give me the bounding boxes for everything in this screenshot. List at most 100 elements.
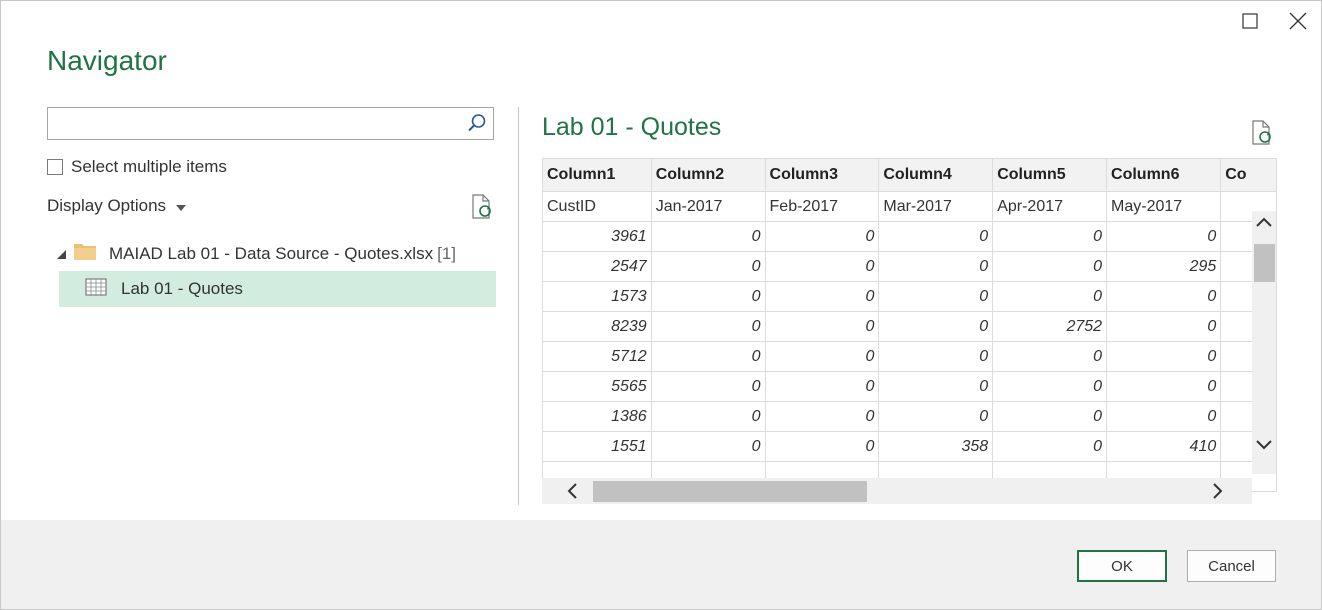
table-row: 1551 0 0 358 0 410 <box>542 431 1277 462</box>
preview-table: Column1 Column2 Column3 Column4 Column5 Colum… <box>542 158 1277 492</box>
table-cell: 0 <box>992 371 1108 402</box>
search-box[interactable] <box>47 107 494 140</box>
table-cell: 0 <box>650 431 766 462</box>
column-header[interactable]: Column6 <box>1106 158 1222 192</box>
table-cell: 0 <box>764 431 880 462</box>
ok-button[interactable]: OK <box>1077 550 1167 582</box>
table-cell: 0 <box>1106 311 1222 342</box>
table-cell: 0 <box>650 281 766 312</box>
dialog-title: Navigator <box>47 45 167 76</box>
table-cell: 0 <box>650 251 766 282</box>
scroll-up-icon[interactable] <box>1255 215 1273 233</box>
table-cell: 0 <box>992 221 1108 252</box>
tree-item-lab01-quotes[interactable]: Lab 01 - Quotes <box>59 271 496 307</box>
preview-title: Lab 01 - Quotes <box>542 113 722 141</box>
table-row: 5712 0 0 0 0 0 <box>542 341 1277 372</box>
expand-caret-icon[interactable] <box>57 244 67 264</box>
table-cell: 295 <box>1106 251 1222 282</box>
table-cell: 358 <box>878 431 994 462</box>
refresh-preview-icon[interactable] <box>1250 120 1274 151</box>
table-cell: 0 <box>878 371 994 402</box>
close-icon[interactable] <box>1285 7 1311 35</box>
table-cell: Apr-2017 <box>992 191 1108 222</box>
table-cell: 5565 <box>542 371 652 402</box>
table-cell: Jan-2017 <box>650 191 766 222</box>
table-cell: 410 <box>1106 431 1222 462</box>
table-icon <box>85 278 107 301</box>
scroll-right-icon[interactable] <box>1211 482 1225 505</box>
table-cell: 0 <box>1106 341 1222 372</box>
tree-item-lab01-quotes-label: Lab 01 - Quotes <box>121 279 243 298</box>
cancel-button[interactable]: Cancel <box>1187 550 1276 582</box>
select-multiple-checkbox[interactable] <box>47 159 63 175</box>
table-cell: 0 <box>764 311 880 342</box>
scroll-left-icon[interactable] <box>565 482 579 505</box>
tree-item-workbook-count: [1] <box>437 243 456 263</box>
table-cell: 0 <box>764 401 880 432</box>
select-multiple-label: Select multiple items <box>71 157 227 176</box>
table-cell: 0 <box>764 281 880 312</box>
table-cell: 0 <box>992 431 1108 462</box>
table-cell: 0 <box>650 401 766 432</box>
tree-item-workbook[interactable]: MAIAD Lab 01 - Data Source - Quotes.xlsx… <box>57 241 456 266</box>
table-cell: Mar-2017 <box>878 191 994 222</box>
table-cell: 1386 <box>542 401 652 432</box>
table-cell: 0 <box>1106 371 1222 402</box>
table-cell: 0 <box>650 341 766 372</box>
table-cell: 0 <box>878 251 994 282</box>
table-cell: 3961 <box>542 221 652 252</box>
tree-item-workbook-label: MAIAD Lab 01 - Data Source - Quotes.xlsx <box>109 243 434 263</box>
table-cell: 0 <box>764 251 880 282</box>
scroll-down-icon[interactable] <box>1255 438 1273 456</box>
table-cell: 0 <box>1106 281 1222 312</box>
table-cell: 0 <box>992 401 1108 432</box>
folder-icon <box>73 241 97 266</box>
table-cell: 0 <box>764 371 880 402</box>
table-row: 2547 0 0 0 0 295 <box>542 251 1277 282</box>
column-header[interactable]: Column1 <box>542 158 652 192</box>
column-header[interactable]: Column3 <box>764 158 880 192</box>
horizontal-scroll-thumb[interactable] <box>593 481 867 502</box>
search-icon[interactable] <box>467 113 487 138</box>
search-input[interactable] <box>48 108 470 138</box>
vertical-scroll-thumb[interactable] <box>1254 244 1275 282</box>
pane-divider[interactable] <box>518 107 519 505</box>
select-multiple-items[interactable]: Select multiple items <box>47 157 227 177</box>
chevron-down-icon <box>176 196 187 216</box>
table-cell: 0 <box>878 221 994 252</box>
table-cell: 0 <box>992 281 1108 312</box>
table-cell: 0 <box>878 401 994 432</box>
preview-grid[interactable]: Column1 Column2 Column3 Column4 Column5 Colum… <box>542 158 1277 503</box>
table-cell: 1573 <box>542 281 652 312</box>
column-header[interactable]: Co <box>1220 158 1277 192</box>
table-cell: 0 <box>650 371 766 402</box>
maximize-icon[interactable] <box>1237 7 1263 35</box>
table-cell: 0 <box>878 341 994 372</box>
table-cell: 2752 <box>992 311 1108 342</box>
column-header[interactable]: Column2 <box>650 158 766 192</box>
table-row: 1573 0 0 0 0 0 <box>542 281 1277 312</box>
table-row: 5565 0 0 0 0 0 <box>542 371 1277 402</box>
table-row: 3961 0 0 0 0 0 <box>542 221 1277 252</box>
table-row: CustID Jan-2017 Feb-2017 Mar-2017 Apr-2017 Ma… <box>542 191 1277 222</box>
table-cell: 0 <box>1106 401 1222 432</box>
display-options-label: Display Options <box>47 196 167 215</box>
table-cell: 1551 <box>542 431 652 462</box>
column-header[interactable]: Column4 <box>878 158 994 192</box>
table-cell: May-2017 <box>1106 191 1222 222</box>
table-cell: 0 <box>878 281 994 312</box>
refresh-icon[interactable] <box>470 194 494 225</box>
table-cell: 5712 <box>542 341 652 372</box>
display-options-dropdown[interactable]: Display Options <box>47 196 187 216</box>
table-cell: 0 <box>992 341 1108 372</box>
table-cell: 0 <box>650 311 766 342</box>
table-cell: 8239 <box>542 311 652 342</box>
table-cell: 0 <box>878 311 994 342</box>
table-row: 1386 0 0 0 0 0 <box>542 401 1277 432</box>
table-cell: 0 <box>764 341 880 372</box>
column-header[interactable]: Column5 <box>992 158 1108 192</box>
table-cell: 0 <box>650 221 766 252</box>
table-cell: CustID <box>542 191 652 222</box>
table-cell: 0 <box>992 251 1108 282</box>
table-cell: 0 <box>764 221 880 252</box>
